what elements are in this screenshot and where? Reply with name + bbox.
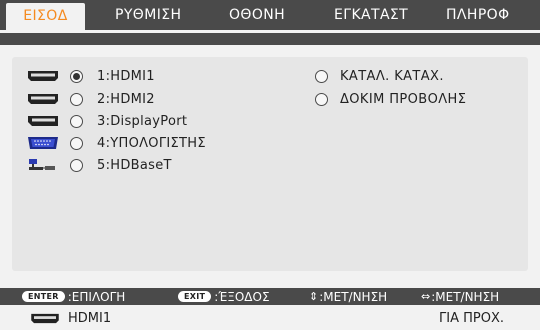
tab-info[interactable]: ΠΛΗΡΟΦ — [446, 0, 510, 30]
help-exit: EXIT :ΈΞΟΔΟΣ — [178, 288, 270, 305]
input-label: 2:HDMI2 — [97, 91, 155, 107]
radio-unselected[interactable] — [315, 92, 328, 106]
radio-selected[interactable] — [70, 69, 83, 83]
input-label: 4:ΥΠΟΛΟΓΙΣΤΗΣ — [97, 135, 206, 151]
help-enter: ENTER :ΕΠΙΛΟΓΗ — [22, 288, 125, 305]
left-right-arrow-icon: ⇔ — [421, 290, 431, 303]
input-label: 1:HDMI1 — [97, 68, 155, 84]
status-bar: HDMI1 ΓΙΑ ΠΡΟΧ. — [0, 307, 540, 330]
status-right-text: ΓΙΑ ΠΡΟΧ. — [439, 311, 504, 326]
input-label: 3:DisplayPort — [97, 113, 188, 129]
displayport-icon — [27, 112, 59, 130]
header-band — [0, 33, 540, 45]
tab-input[interactable]: ΕΙΣΟΔ — [6, 3, 85, 30]
current-input: HDMI1 — [30, 307, 111, 330]
exit-key: EXIT — [178, 291, 212, 302]
leftright-label: :ΜΕΤ/ΝΗΣΗ — [431, 289, 500, 304]
option-test-pattern[interactable]: ΔΟΚΙΜ ΠΡΟΒΟΛΗΣ — [315, 90, 466, 108]
hdmi-icon — [30, 313, 60, 324]
current-input-label: HDMI1 — [68, 311, 112, 326]
tab-setup[interactable]: ΡΥΘΜΙΣΗ — [115, 0, 181, 30]
input-option-computer[interactable]: 4:ΥΠΟΛΟΓΙΣΤΗΣ — [27, 134, 206, 152]
input-option-hdmi2[interactable]: 2:HDMI2 — [27, 90, 155, 108]
tab-installation[interactable]: ΕΓΚΑΤΑΣΤ — [334, 0, 408, 30]
up-down-arrow-icon: ⇕ — [309, 290, 319, 303]
hdmi-icon — [27, 90, 59, 108]
option-label: ΚΑΤΑΛ. ΚΑΤΑΧ. — [340, 68, 444, 84]
tab-display[interactable]: ΟΘΟΝΗ — [229, 0, 285, 30]
enter-key: ENTER — [22, 291, 65, 302]
radio-unselected[interactable] — [70, 158, 83, 172]
radio-unselected[interactable] — [315, 69, 328, 83]
enter-label: :ΕΠΙΛΟΓΗ — [67, 289, 126, 304]
help-bar: ENTER :ΕΠΙΛΟΓΗ EXIT :ΈΞΟΔΟΣ ⇕ :ΜΕΤ/ΝΗΣΗ … — [0, 288, 540, 305]
input-option-displayport[interactable]: 3:DisplayPort — [27, 112, 187, 130]
help-leftright: ⇔ :ΜΕΤ/ΝΗΣΗ — [421, 288, 499, 305]
hdmi-icon — [27, 67, 59, 85]
radio-unselected[interactable] — [70, 92, 83, 106]
option-entry-list[interactable]: ΚΑΤΑΛ. ΚΑΤΑΧ. — [315, 67, 444, 85]
radio-unselected[interactable] — [70, 114, 83, 128]
exit-label: :ΈΞΟΔΟΣ — [214, 289, 270, 304]
input-label: 5:HDBaseT — [97, 157, 172, 173]
help-updown: ⇕ :ΜΕΤ/ΝΗΣΗ — [309, 288, 387, 305]
computer-vga-icon — [27, 134, 59, 152]
input-option-hdmi1[interactable]: 1:HDMI1 — [27, 67, 155, 85]
radio-unselected[interactable] — [70, 136, 83, 150]
input-option-hdbaset[interactable]: 5:HDBaseT — [27, 156, 172, 174]
hdbaset-icon — [27, 156, 59, 174]
updown-label: :ΜΕΤ/ΝΗΣΗ — [319, 289, 388, 304]
option-label: ΔΟΚΙΜ ΠΡΟΒΟΛΗΣ — [340, 91, 467, 107]
menu-tab-bar: ΕΙΣΟΔ ΡΥΘΜΙΣΗ ΟΘΟΝΗ ΕΓΚΑΤΑΣΤ ΠΛΗΡΟΦ — [0, 0, 540, 30]
